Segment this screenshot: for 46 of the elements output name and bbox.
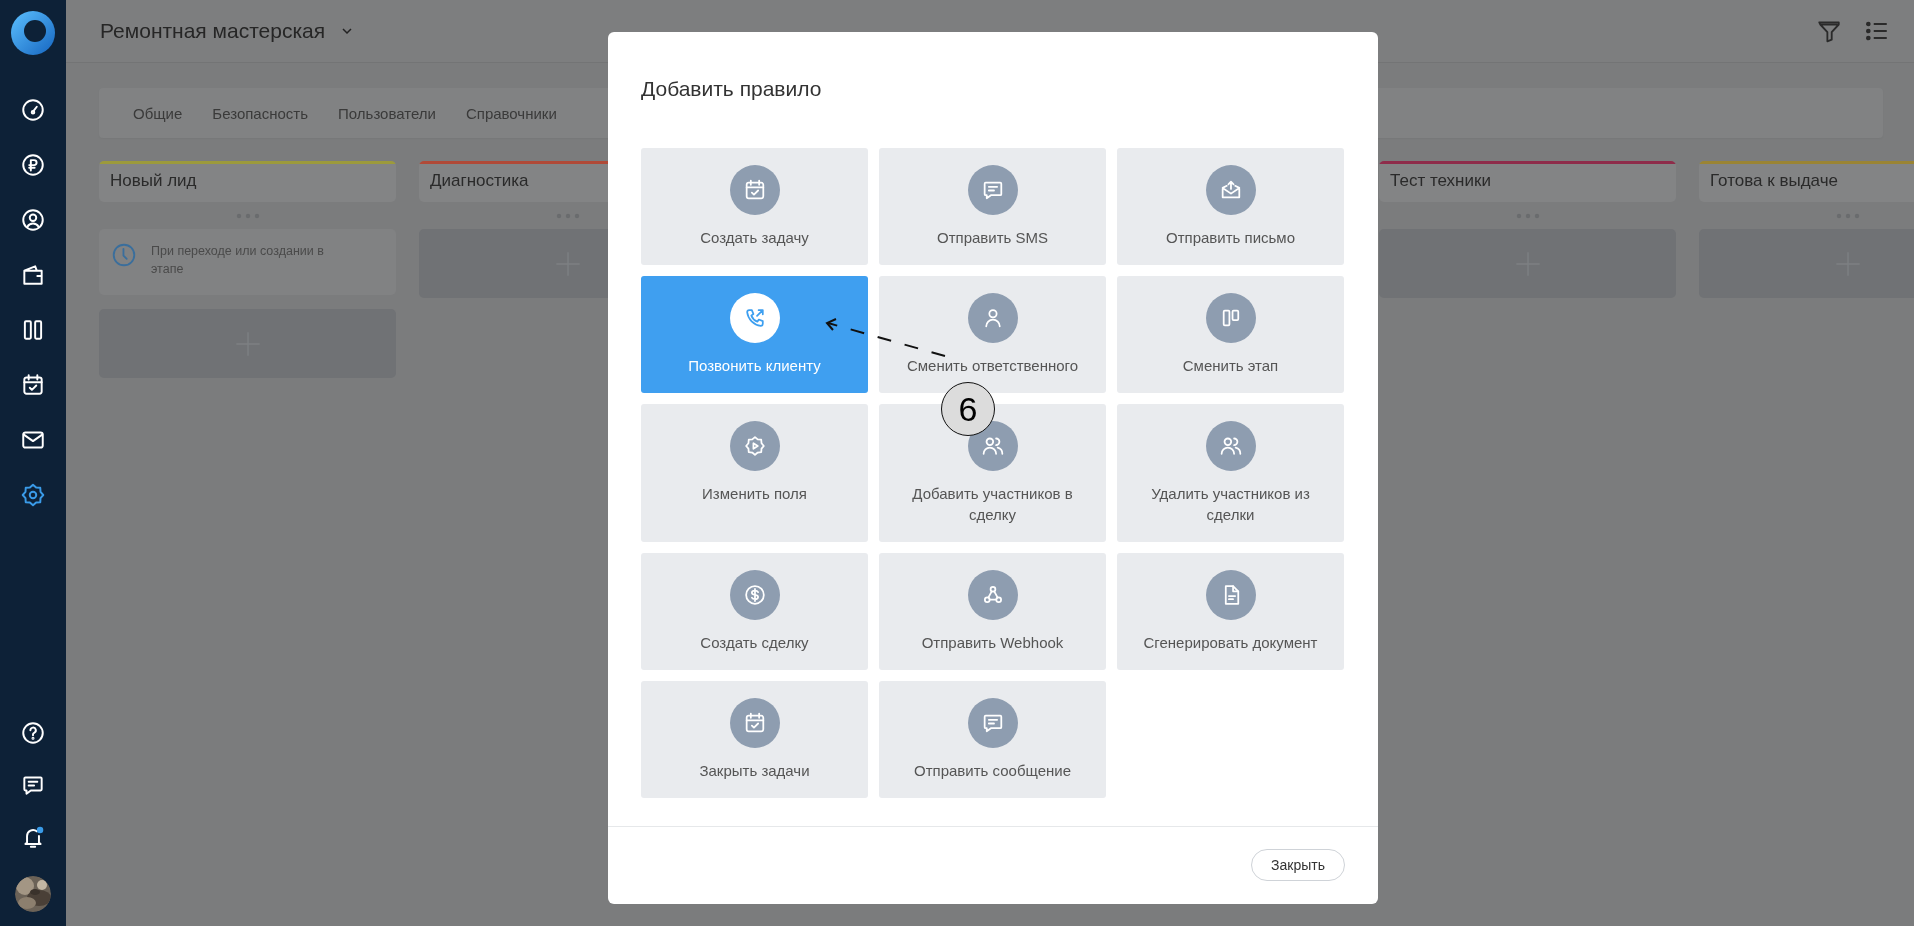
column-header[interactable]: Тест техники — [1379, 161, 1676, 202]
column-title: Тест техники — [1389, 170, 1492, 191]
user-icon[interactable] — [20, 207, 46, 233]
clock-icon — [111, 242, 137, 268]
action-tile[interactable]: Закрыть задачи — [641, 681, 868, 798]
action-tile[interactable]: Создать сделку — [641, 553, 868, 670]
nodes-icon — [967, 570, 1018, 620]
calendar-icon — [729, 698, 780, 748]
action-tile[interactable]: Отправить письмо — [1117, 148, 1344, 265]
close-button[interactable]: Закрыть — [1251, 849, 1345, 881]
column-header[interactable]: Готова к выдаче — [1699, 161, 1914, 202]
envelope-icon — [1205, 165, 1256, 215]
columns-icon — [1205, 293, 1256, 343]
action-tile[interactable]: Отправить Webhook — [879, 553, 1106, 670]
ruble-icon[interactable] — [20, 152, 46, 178]
action-tile[interactable]: Сменить ответственного — [879, 276, 1106, 393]
phone-icon — [729, 293, 780, 343]
action-tile[interactable]: Удалить участников из сделки — [1117, 404, 1344, 542]
filter-icon[interactable] — [1816, 18, 1842, 44]
action-tile[interactable]: Отправить SMS — [879, 148, 1106, 265]
user-icon — [967, 293, 1018, 343]
users-icon — [1205, 421, 1256, 471]
action-tile[interactable]: Сгенерировать документ — [1117, 553, 1344, 670]
gear-icon — [729, 421, 780, 471]
column-header[interactable]: Новый лид — [99, 161, 396, 202]
document-icon — [1205, 570, 1256, 620]
column-title: Диагностика — [429, 170, 530, 191]
page-title[interactable]: Ремонтная мастерская — [100, 19, 326, 43]
chat-icon — [967, 165, 1018, 215]
action-tile[interactable]: Создать задачу — [641, 148, 868, 265]
column-title: Готова к выдаче — [1709, 170, 1839, 191]
action-tile[interactable]: Сменить этап — [1117, 276, 1344, 393]
card-text: При переходе или создании в этапе — [151, 243, 325, 278]
action-tile[interactable]: Изменить поля — [641, 404, 868, 542]
calendar-icon — [729, 165, 780, 215]
logo-icon[interactable] — [10, 10, 56, 56]
dialog-title: Добавить правило — [641, 76, 823, 102]
dollar-icon — [729, 570, 780, 620]
action-tile[interactable]: Отправить сообщение — [879, 681, 1106, 798]
calendar-icon[interactable] — [20, 372, 46, 398]
wallet-icon[interactable] — [20, 262, 46, 288]
settings-icon[interactable] — [20, 482, 46, 508]
chat-icon — [967, 698, 1018, 748]
column-title: Новый лид — [109, 170, 198, 191]
help-icon[interactable] — [20, 720, 46, 746]
gauge-icon[interactable] — [20, 97, 46, 123]
